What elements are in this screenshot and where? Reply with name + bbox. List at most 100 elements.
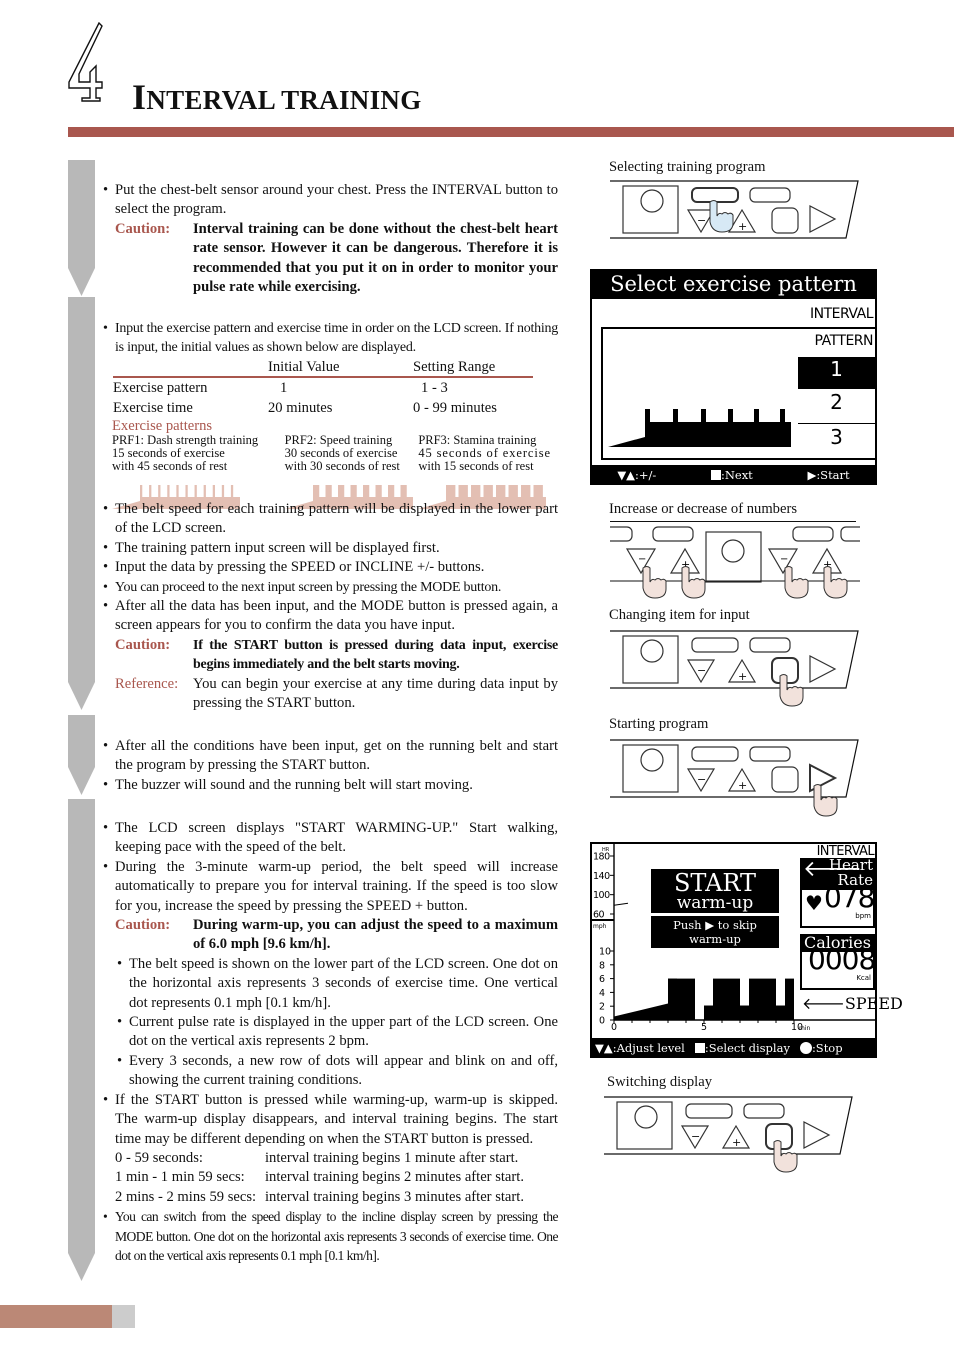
timing-result: interval training begins 2 minutes after… — [265, 1169, 524, 1186]
step1-bullet: Put the chest-belt sensor around your ch… — [100, 181, 558, 220]
list-item: After all the data has been input, and t… — [100, 597, 558, 636]
start-warmup-banner: START warm-up — [651, 869, 779, 913]
svg-text:−: − — [697, 773, 706, 786]
pattern-line: with 45 seconds of rest — [112, 458, 228, 473]
pattern-option-1[interactable]: 1 — [798, 359, 875, 387]
control-panel-changing: − + — [610, 630, 860, 726]
work-bar — [185, 484, 188, 498]
work-bar — [533, 484, 544, 498]
pattern-line: 45 seconds of exercise — [418, 445, 551, 460]
lcd-footer: ▼▲:+/- :Next ▶:Start — [590, 465, 877, 485]
table-header-row: Initial Value Setting Range — [113, 358, 533, 377]
pattern-name: PRF3: Stamina training — [418, 432, 537, 447]
lcd-footer: ▼▲:Adjust level :Select display :Stop — [590, 1038, 877, 1058]
work-bar — [194, 484, 197, 498]
caution-text: If the START button is pressed during da… — [193, 637, 558, 673]
rest-bar — [645, 422, 791, 436]
list-item: Input the data by pressing the SPEED or … — [100, 558, 558, 578]
speed-tick-label: 2 — [599, 1002, 605, 1013]
pattern-option-3[interactable]: 3 — [798, 426, 875, 456]
list-item: The buzzer will sound and the running be… — [100, 776, 558, 796]
step4-section: The LCD screen displays "START WARMING-U… — [100, 819, 559, 1265]
timing-table: 0 - 59 seconds: interval training begins … — [115, 1149, 558, 1207]
svg-text:−: − — [691, 1130, 700, 1143]
pressing-hand-icon — [773, 1140, 798, 1173]
banner-warmup: warm-up — [676, 893, 754, 913]
lcd-warmup: HR 180 140 100 60 mph 10 8 6 4 2 0 0 5 10 min START war… — [590, 842, 903, 1058]
calories-unit: Kcal — [856, 973, 871, 982]
pressing-hand-icon — [681, 566, 706, 599]
caution-text: During warm-up, you can adjust the speed… — [193, 917, 558, 953]
pattern-option-label: 3 — [830, 425, 843, 449]
banner-start: START — [673, 869, 757, 897]
rest-bar — [704, 1005, 713, 1020]
heart-icon: ♥ — [805, 891, 823, 915]
step-arrow-4 — [68, 799, 95, 1281]
pressing-hand-icon — [709, 200, 734, 233]
skip-warmup-banner: Push ▶ to skip warm-up — [651, 916, 779, 948]
work-bar — [508, 484, 519, 498]
table-cell: Exercise pattern — [113, 379, 208, 396]
footer-adjust: ▼▲:+/- — [617, 468, 657, 482]
lcd-title: Select exercise pattern — [610, 272, 857, 296]
exercise-patterns-title: Exercise patterns — [112, 417, 213, 434]
control-panel-starting: − + — [610, 739, 860, 835]
pattern-name: PRF1: Dash strength training — [112, 432, 259, 447]
table-cell: Exercise time — [113, 399, 193, 416]
footer-page-marker — [112, 1305, 135, 1328]
calories-box: 0008 Kcal — [800, 945, 876, 990]
svg-text:+: + — [738, 670, 747, 683]
lcd-pattern-label: PATTERN — [814, 333, 874, 349]
time-tick-label: 5 — [701, 1022, 707, 1033]
lcd-pattern-graph — [608, 409, 791, 447]
work-bar — [483, 484, 494, 498]
timing-row: 2 mins - 2 mins 59 secs: interval trainin… — [115, 1188, 558, 1207]
pattern-divider — [798, 387, 875, 389]
timing-row: 0 - 59 seconds: interval training begins … — [115, 1149, 558, 1168]
work-bar — [387, 484, 394, 498]
table-cell: 20 minutes — [268, 399, 333, 416]
pattern-line: 15 seconds of exercise — [112, 445, 225, 460]
pattern-name: PRF2: Speed training — [284, 432, 393, 447]
step2-intro-bullet: Input the exercise pattern and exercise … — [100, 319, 558, 358]
work-bar — [221, 484, 225, 498]
work-bar — [668, 978, 677, 1020]
timing-row: 1 min - 1 min 59 secs: interval training … — [115, 1168, 558, 1187]
work-bar — [337, 484, 344, 498]
work-bar — [230, 484, 234, 498]
speed-label: SPEED — [844, 994, 903, 1013]
footer-bar — [0, 1305, 112, 1328]
work-bar — [312, 484, 319, 498]
work-bar — [521, 484, 531, 498]
work-bar — [350, 484, 357, 498]
list-item: The belt speed is shown on the lower par… — [100, 955, 558, 1013]
pressing-hand-icon — [642, 566, 667, 599]
speed-tick-label: 4 — [599, 988, 605, 999]
control-panel-increase: − + − + — [599, 522, 872, 608]
work-bar — [749, 978, 776, 1020]
pattern-option-label: 2 — [830, 390, 843, 414]
footer-select-label: :Select display — [704, 1041, 790, 1055]
step2-details: The belt speed for each training pattern… — [100, 500, 558, 713]
initial-values-table: Initial Value Setting Range Exercise pat… — [113, 358, 533, 418]
work-bar — [325, 484, 332, 498]
caution-label: Caution: — [115, 917, 171, 934]
list-item: After all the conditions have been input… — [100, 737, 558, 776]
footer-adjust: ▼▲:Adjust level — [595, 1041, 685, 1055]
step2-section: Input the exercise pattern and exercise … — [100, 319, 558, 512]
time-unit-label: min — [799, 1025, 811, 1032]
warmup-ramp — [608, 437, 645, 447]
table-header: Initial Value — [268, 358, 340, 375]
step-arrow-2 — [68, 297, 95, 710]
work-bar — [167, 484, 170, 498]
footer-stop-label: :Stop — [811, 1041, 843, 1055]
pattern-option-2[interactable]: 2 — [798, 391, 875, 421]
control-panel-switching: − + — [604, 1096, 854, 1192]
table-header: Setting Range — [413, 358, 496, 375]
timing-range: 2 mins - 2 mins 59 secs: — [115, 1188, 257, 1205]
work-bar — [701, 409, 706, 423]
speed-tick-label: 10 — [599, 947, 611, 958]
caution-label: Caution: — [115, 636, 171, 653]
warmup-ramp — [614, 1003, 668, 1020]
caution-text: Interval training can be done without th… — [193, 220, 558, 296]
